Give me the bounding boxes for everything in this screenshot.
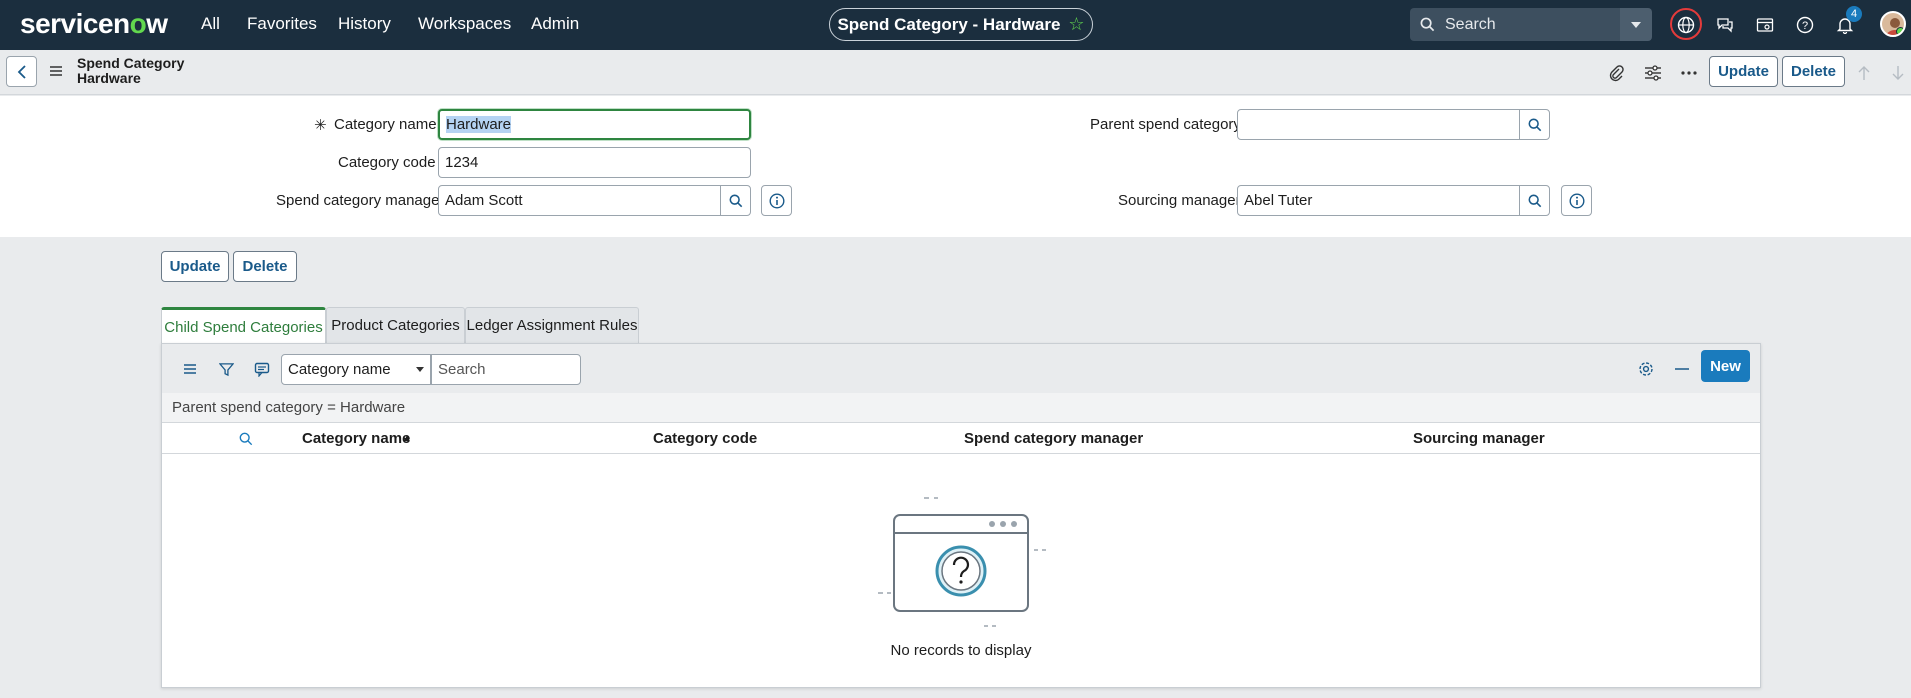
back-button[interactable] <box>6 56 37 87</box>
search-icon <box>1528 194 1541 207</box>
tab-ledger-assignment-rules[interactable]: Ledger Assignment Rules <box>465 307 639 343</box>
user-avatar[interactable] <box>1880 11 1906 37</box>
form-title-record: Hardware <box>77 70 141 86</box>
arrow-down-icon[interactable] <box>1888 63 1908 83</box>
list-header-row: Category name ▲ Category code Spend cate… <box>162 423 1760 454</box>
workspace-icon[interactable] <box>1752 12 1778 38</box>
record-title: Spend Category - Hardware <box>837 14 1061 34</box>
no-records-message: No records to display <box>890 642 1032 659</box>
search-icon <box>1528 118 1541 131</box>
form-title: Spend Category Hardware <box>77 56 184 86</box>
form-title-table: Spend Category <box>77 55 185 71</box>
search-icon <box>729 194 742 207</box>
sourcing-manager-info-button[interactable] <box>1561 185 1592 216</box>
more-options-icon[interactable] <box>1679 63 1699 83</box>
parent-category-lookup-button[interactable] <box>1519 109 1550 140</box>
header-update-button[interactable]: Update <box>1709 56 1778 87</box>
caret-down-icon <box>416 367 424 372</box>
chat-icon[interactable] <box>1712 12 1738 38</box>
form-body: ✳ Category name Hardware Category code 1… <box>0 96 1911 237</box>
parent-category-label: Parent spend category <box>1090 116 1241 133</box>
header-delete-button[interactable]: Delete <box>1782 56 1845 87</box>
search-icon <box>1420 17 1435 32</box>
spend-manager-info-button[interactable] <box>761 185 792 216</box>
delete-button[interactable]: Delete <box>233 251 297 282</box>
no-records-illustration <box>878 497 1046 627</box>
spend-manager-label: Spend category manager <box>276 192 445 209</box>
child-spend-categories-list: Category name Search New Parent spend ca… <box>161 343 1761 688</box>
filter-breadcrumb-text: Parent spend category = Hardware <box>172 399 406 416</box>
form-header: Spend Category Hardware Update Delete <box>0 50 1911 95</box>
new-button[interactable]: New <box>1701 350 1750 382</box>
info-icon <box>768 192 785 209</box>
spend-manager-value: Adam Scott <box>445 192 523 209</box>
sourcing-manager-label: Sourcing manager <box>1118 192 1241 209</box>
filter-icon[interactable] <box>216 359 236 379</box>
sourcing-manager-lookup-button[interactable] <box>1519 185 1550 216</box>
sort-ascending-icon[interactable]: ▲ <box>402 433 412 444</box>
presence-dot <box>1896 27 1904 35</box>
column-category-name[interactable]: Category name <box>302 430 410 447</box>
category-name-field[interactable]: Hardware <box>438 109 751 140</box>
column-sourcing-manager[interactable]: Sourcing manager <box>1413 430 1545 447</box>
tab-product-categories[interactable]: Product Categories <box>326 307 465 343</box>
list-menu-icon[interactable] <box>180 359 200 379</box>
search-scope-dropdown[interactable] <box>1620 8 1652 41</box>
list-toolbar: Category name Search New <box>162 344 1760 393</box>
category-name-value: Hardware <box>446 116 512 133</box>
list-search-placeholder: Search <box>438 361 486 378</box>
personalize-icon[interactable] <box>1643 63 1663 83</box>
category-code-field[interactable]: 1234 <box>438 147 751 178</box>
sourcing-manager-field[interactable]: Abel Tuter <box>1237 185 1520 216</box>
update-button[interactable]: Update <box>161 251 229 282</box>
column-spend-category-manager[interactable]: Spend category manager <box>964 430 1143 447</box>
spend-manager-lookup-button[interactable] <box>720 185 751 216</box>
sourcing-manager-value: Abel Tuter <box>1244 192 1313 209</box>
globe-icon[interactable] <box>1673 12 1699 38</box>
parent-category-field[interactable] <box>1237 109 1520 140</box>
list-search-input[interactable]: Search <box>431 354 581 385</box>
category-code-label: Category code <box>338 154 436 171</box>
servicenow-logo[interactable]: servicenow <box>20 8 168 40</box>
notification-badge: 4 <box>1846 6 1862 22</box>
info-icon <box>1568 192 1585 209</box>
global-search-input[interactable]: Search <box>1410 8 1620 41</box>
nav-favorites[interactable]: Favorites <box>247 14 317 34</box>
tab-child-spend-categories[interactable]: Child Spend Categories <box>161 307 326 344</box>
caret-down-icon <box>1631 21 1641 28</box>
svg-text:?: ? <box>1802 20 1808 32</box>
list-view-icon[interactable] <box>252 359 272 379</box>
settings-gear-icon[interactable] <box>1636 359 1656 379</box>
nav-history[interactable]: History <box>338 14 391 34</box>
column-search-icon[interactable] <box>239 432 253 446</box>
nav-all[interactable]: All <box>201 14 220 34</box>
nav-admin[interactable]: Admin <box>531 14 579 34</box>
nav-workspaces[interactable]: Workspaces <box>418 14 511 34</box>
top-navigation: servicenow All Favorites History Workspa… <box>0 0 1911 50</box>
form-menu-icon[interactable] <box>49 64 63 81</box>
paperclip-icon[interactable] <box>1606 63 1626 83</box>
record-title-pill[interactable]: Spend Category - Hardware ☆ <box>829 8 1093 41</box>
help-icon[interactable]: ? <box>1792 12 1818 38</box>
global-search-placeholder: Search <box>1445 15 1496 33</box>
category-code-value: 1234 <box>445 154 479 171</box>
chevron-left-icon <box>17 64 26 79</box>
favorite-star-icon[interactable]: ☆ <box>1068 14 1084 35</box>
search-field-select-value: Category name <box>288 361 391 378</box>
filter-breadcrumb[interactable]: Parent spend category = Hardware <box>162 393 1760 423</box>
collapse-icon[interactable] <box>1672 359 1692 379</box>
column-category-code[interactable]: Category code <box>653 430 757 447</box>
arrow-up-icon[interactable] <box>1854 63 1874 83</box>
spend-manager-field[interactable]: Adam Scott <box>438 185 721 216</box>
required-indicator: ✳ <box>314 117 327 134</box>
category-name-label: Category name <box>334 116 437 133</box>
search-field-select[interactable]: Category name <box>281 354 431 385</box>
